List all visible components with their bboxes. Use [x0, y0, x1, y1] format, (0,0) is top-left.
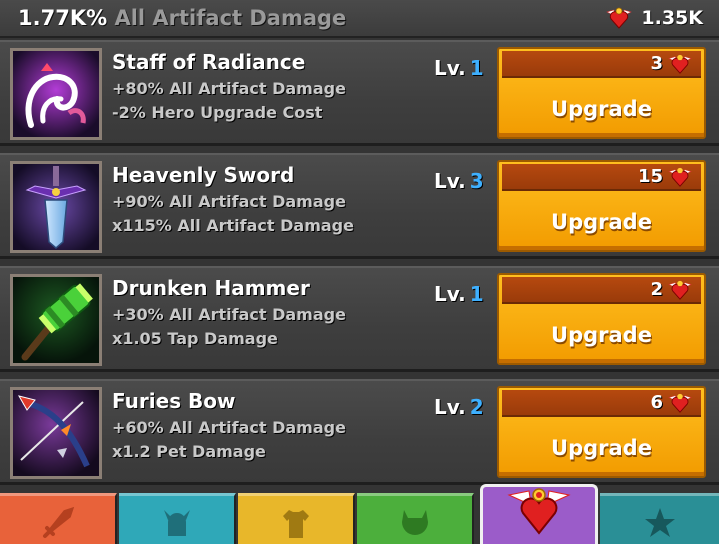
- cost-bar: 2: [502, 277, 701, 304]
- artifact-row-heavenly-sword: Heavenly Sword +90% All Artifact Damage …: [0, 153, 719, 259]
- artifact-level: Lv. 2: [434, 395, 484, 419]
- level-label: Lv.: [434, 169, 466, 193]
- shirt-icon: [282, 510, 309, 538]
- artifact-effect-1: +60% All Artifact Damage: [112, 418, 346, 437]
- artifact-effect-2: x1.05 Tap Damage: [112, 329, 278, 348]
- level-number: 1: [469, 282, 484, 306]
- level-number: 2: [469, 395, 484, 419]
- artifact-effect-1: +30% All Artifact Damage: [112, 305, 346, 324]
- artifact-name: Drunken Hammer: [112, 276, 310, 300]
- viking-helmet-icon: [163, 510, 190, 536]
- sword-icon: [10, 161, 102, 253]
- artifact-row-staff-of-radiance: Staff of Radiance +80% All Artifact Dama…: [0, 40, 719, 146]
- tab-achievements[interactable]: [600, 493, 719, 544]
- cost-bar: 3: [502, 51, 701, 78]
- artifact-level: Lv. 1: [434, 56, 484, 80]
- winged-heart-relic-icon: [668, 280, 692, 300]
- upgrade-label: Upgrade: [551, 210, 652, 234]
- level-label: Lv.: [434, 395, 466, 419]
- total-value: 1.77K%: [18, 6, 108, 30]
- winged-heart-relic-icon: [507, 488, 571, 535]
- cost-bar: 6: [502, 390, 701, 417]
- artifact-level: Lv. 1: [434, 282, 484, 306]
- upgrade-cost: 2: [650, 279, 663, 300]
- level-number: 1: [469, 56, 484, 80]
- bottom-tab-bar: [0, 484, 719, 544]
- tab-artifacts[interactable]: [480, 484, 598, 544]
- artifact-name: Heavenly Sword: [112, 163, 295, 187]
- upgrade-button[interactable]: 2 Upgrade: [497, 273, 706, 365]
- bow-icon: [10, 387, 102, 479]
- tab-pets[interactable]: [357, 493, 474, 544]
- level-label: Lv.: [434, 282, 466, 306]
- level-number: 3: [469, 169, 484, 193]
- upgrade-label: Upgrade: [551, 97, 652, 121]
- upgrade-label: Upgrade: [551, 436, 652, 460]
- relic-amount: 1.35K: [641, 7, 703, 29]
- pet-head-icon: [401, 510, 428, 535]
- artifact-effect-2: x1.2 Pet Damage: [112, 442, 266, 461]
- total-artifact-damage: 1.77K% All Artifact Damage: [18, 6, 346, 30]
- upgrade-button[interactable]: 3 Upgrade: [497, 47, 706, 139]
- artifact-effect-1: +80% All Artifact Damage: [112, 79, 346, 98]
- winged-heart-relic-icon: [606, 7, 633, 29]
- upgrade-button[interactable]: 15 Upgrade: [497, 160, 706, 252]
- upgrade-cost: 3: [650, 53, 663, 74]
- tab-sword[interactable]: [0, 493, 117, 544]
- upgrade-label: Upgrade: [551, 323, 652, 347]
- header-bar: 1.77K% All Artifact Damage 1.35K: [0, 0, 719, 38]
- relic-currency: 1.35K: [605, 5, 703, 31]
- tab-equipment[interactable]: [238, 493, 355, 544]
- artifacts-screen: 1.77K% All Artifact Damage 1.35K Staff o…: [0, 0, 719, 544]
- total-label: All Artifact Damage: [114, 6, 347, 30]
- level-label: Lv.: [434, 56, 466, 80]
- upgrade-cost: 15: [637, 166, 663, 187]
- artifact-name: Furies Bow: [112, 389, 236, 413]
- cost-bar: 15: [502, 164, 701, 191]
- hammer-icon: [10, 274, 102, 366]
- winged-heart-relic-icon: [668, 393, 692, 413]
- sword-icon: [42, 506, 74, 538]
- artifact-level: Lv. 3: [434, 169, 484, 193]
- artifact-effect-2: -2% Hero Upgrade Cost: [112, 103, 323, 122]
- winged-heart-relic-icon: [668, 167, 692, 187]
- artifact-effect-2: x115% All Artifact Damage: [112, 216, 354, 235]
- staff-icon: [10, 48, 102, 140]
- upgrade-button[interactable]: 6 Upgrade: [497, 386, 706, 478]
- winged-heart-relic-icon: [668, 54, 692, 74]
- upgrade-cost: 6: [650, 392, 663, 413]
- tab-heroes[interactable]: [119, 493, 236, 544]
- artifact-row-furies-bow: Furies Bow +60% All Artifact Damage x1.2…: [0, 379, 719, 485]
- star-icon: [644, 508, 675, 537]
- artifact-name: Staff of Radiance: [112, 50, 306, 74]
- artifact-row-drunken-hammer: Drunken Hammer +30% All Artifact Damage …: [0, 266, 719, 372]
- artifact-effect-1: +90% All Artifact Damage: [112, 192, 346, 211]
